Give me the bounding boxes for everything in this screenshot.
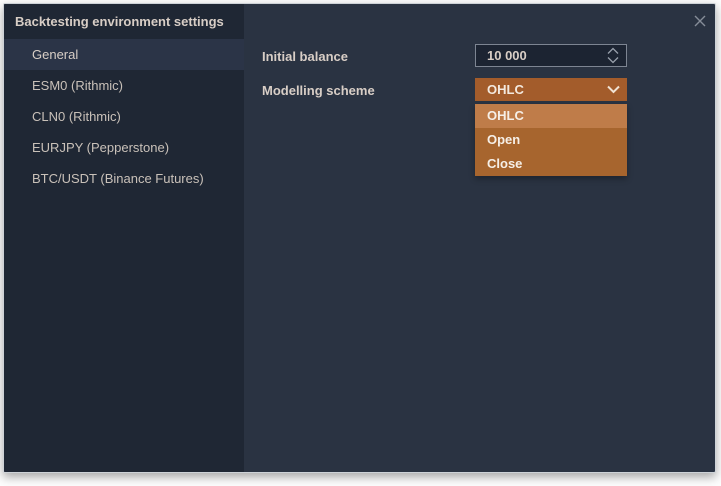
modelling-scheme-value: OHLC (475, 82, 599, 97)
modelling-scheme-select[interactable]: OHLC (475, 78, 627, 101)
dropdown-option-close[interactable]: Close (475, 152, 627, 176)
close-button[interactable] (691, 12, 709, 30)
dialog-title: Backtesting environment settings (4, 4, 244, 39)
sidebar-item-btcusdt[interactable]: BTC/USDT (Binance Futures) (4, 163, 244, 194)
initial-balance-input[interactable]: 10 000 (475, 44, 627, 67)
dropdown-option-ohlc[interactable]: OHLC (475, 104, 627, 128)
sidebar-item-cln0[interactable]: CLN0 (Rithmic) (4, 101, 244, 132)
close-icon (694, 15, 706, 27)
sidebar-item-esm0[interactable]: ESM0 (Rithmic) (4, 70, 244, 101)
modelling-scheme-dropdown: OHLC Open Close (475, 104, 627, 176)
spin-up-button chevron-up-icon[interactable] (606, 47, 620, 55)
chevron-down-icon (599, 85, 627, 94)
sidebar: Backtesting environment settings General… (4, 4, 244, 472)
dropdown-option-open[interactable]: Open (475, 128, 627, 152)
modelling-scheme-label: Modelling scheme (262, 83, 375, 98)
sidebar-item-general[interactable]: General (4, 39, 244, 70)
initial-balance-spinner (600, 45, 626, 66)
initial-balance-value[interactable]: 10 000 (476, 48, 600, 63)
initial-balance-label: Initial balance (262, 49, 348, 64)
spin-down-button chevron-down-icon[interactable] (606, 56, 620, 64)
backtesting-settings-dialog: Backtesting environment settings General… (3, 3, 716, 473)
sidebar-item-eurjpy[interactable]: EURJPY (Pepperstone) (4, 132, 244, 163)
